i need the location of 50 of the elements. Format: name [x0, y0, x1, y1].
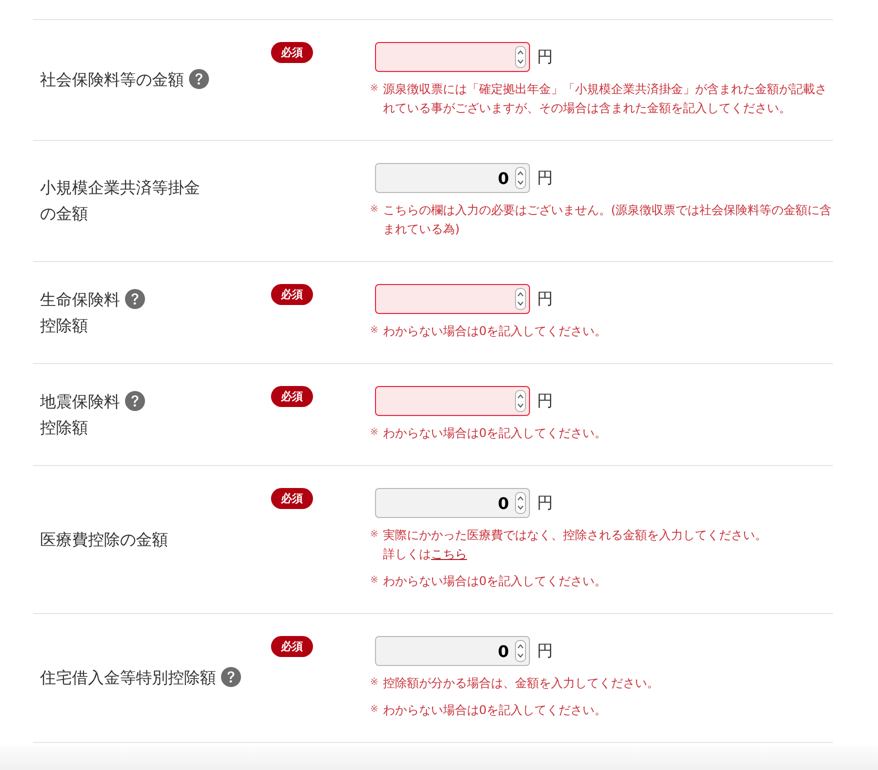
amount-input[interactable]: 0 [375, 636, 530, 666]
unit-label: 円 [537, 641, 553, 661]
note-mark: ※ [370, 574, 380, 588]
required-badge: 必須 [271, 636, 313, 657]
note-text: 源泉徴収票には「確定拠出年金」「小規模企業共済掛金」が含まれた金額が記載されている事がございますが、その場合は含まれた金額を記入してください。 [383, 81, 828, 117]
unit-label: 円 [537, 47, 553, 67]
amount-input[interactable] [375, 42, 530, 72]
unit-label: 円 [537, 289, 553, 309]
field-label: 社会保険料等の金額 [40, 69, 184, 91]
note-mark: ※ [370, 528, 380, 542]
spinner-icon[interactable] [515, 167, 526, 189]
spinner-icon[interactable] [515, 46, 526, 68]
note-text: わからない場合は0を記入してください。 [383, 323, 608, 340]
spinner-icon[interactable] [515, 390, 526, 412]
help-icon[interactable] [125, 288, 145, 308]
required-badge: 必須 [271, 284, 313, 305]
note-text: 控除額が分かる場合は、金額を入力してください。 [383, 675, 660, 692]
spinner-icon[interactable] [515, 288, 526, 310]
help-icon[interactable] [125, 390, 145, 410]
unit-label: 円 [537, 493, 553, 513]
spinner-icon[interactable] [515, 640, 526, 662]
amount-input[interactable] [375, 386, 530, 416]
field-label: 地震保険料 控除額 [40, 390, 120, 438]
note-text: 実際にかかった医療費ではなく、控除される金額を入力してください。 詳しくは こちら [383, 527, 768, 563]
help-icon[interactable] [189, 69, 209, 89]
note-mark: ※ [370, 676, 380, 690]
required-badge: 必須 [271, 42, 313, 63]
help-icon[interactable] [221, 667, 241, 687]
unit-label: 円 [537, 391, 553, 411]
amount-input[interactable]: 0 [375, 488, 530, 518]
details-link[interactable]: こちら [431, 547, 467, 561]
amount-input[interactable]: 0 [375, 163, 530, 193]
note-mark: ※ [370, 426, 380, 440]
note-mark: ※ [370, 324, 380, 338]
note-text: わからない場合は0を記入してください。 [383, 425, 608, 442]
note-text: わからない場合は0を記入してください。 [383, 702, 608, 719]
unit-label: 円 [537, 168, 553, 188]
amount-input[interactable] [375, 284, 530, 314]
note-text: わからない場合は0を記入してください。 [383, 573, 608, 590]
spinner-icon[interactable] [515, 492, 526, 514]
required-badge: 必須 [271, 488, 313, 509]
field-label: 小規模企業共済等掛金 の金額 [40, 177, 200, 225]
note-mark: ※ [370, 203, 380, 217]
required-badge: 必須 [271, 386, 313, 407]
note-text: こちらの欄は入力の必要はございません。(源泉徴収票では社会保険料等の金額に含まれている為) [383, 202, 833, 238]
field-label: 医療費控除の金額 [40, 528, 168, 550]
note-mark: ※ [370, 82, 380, 96]
field-label: 生命保険料 控除額 [40, 288, 120, 336]
field-label: 住宅借入金等特別控除額 [40, 667, 216, 689]
note-mark: ※ [370, 703, 380, 717]
